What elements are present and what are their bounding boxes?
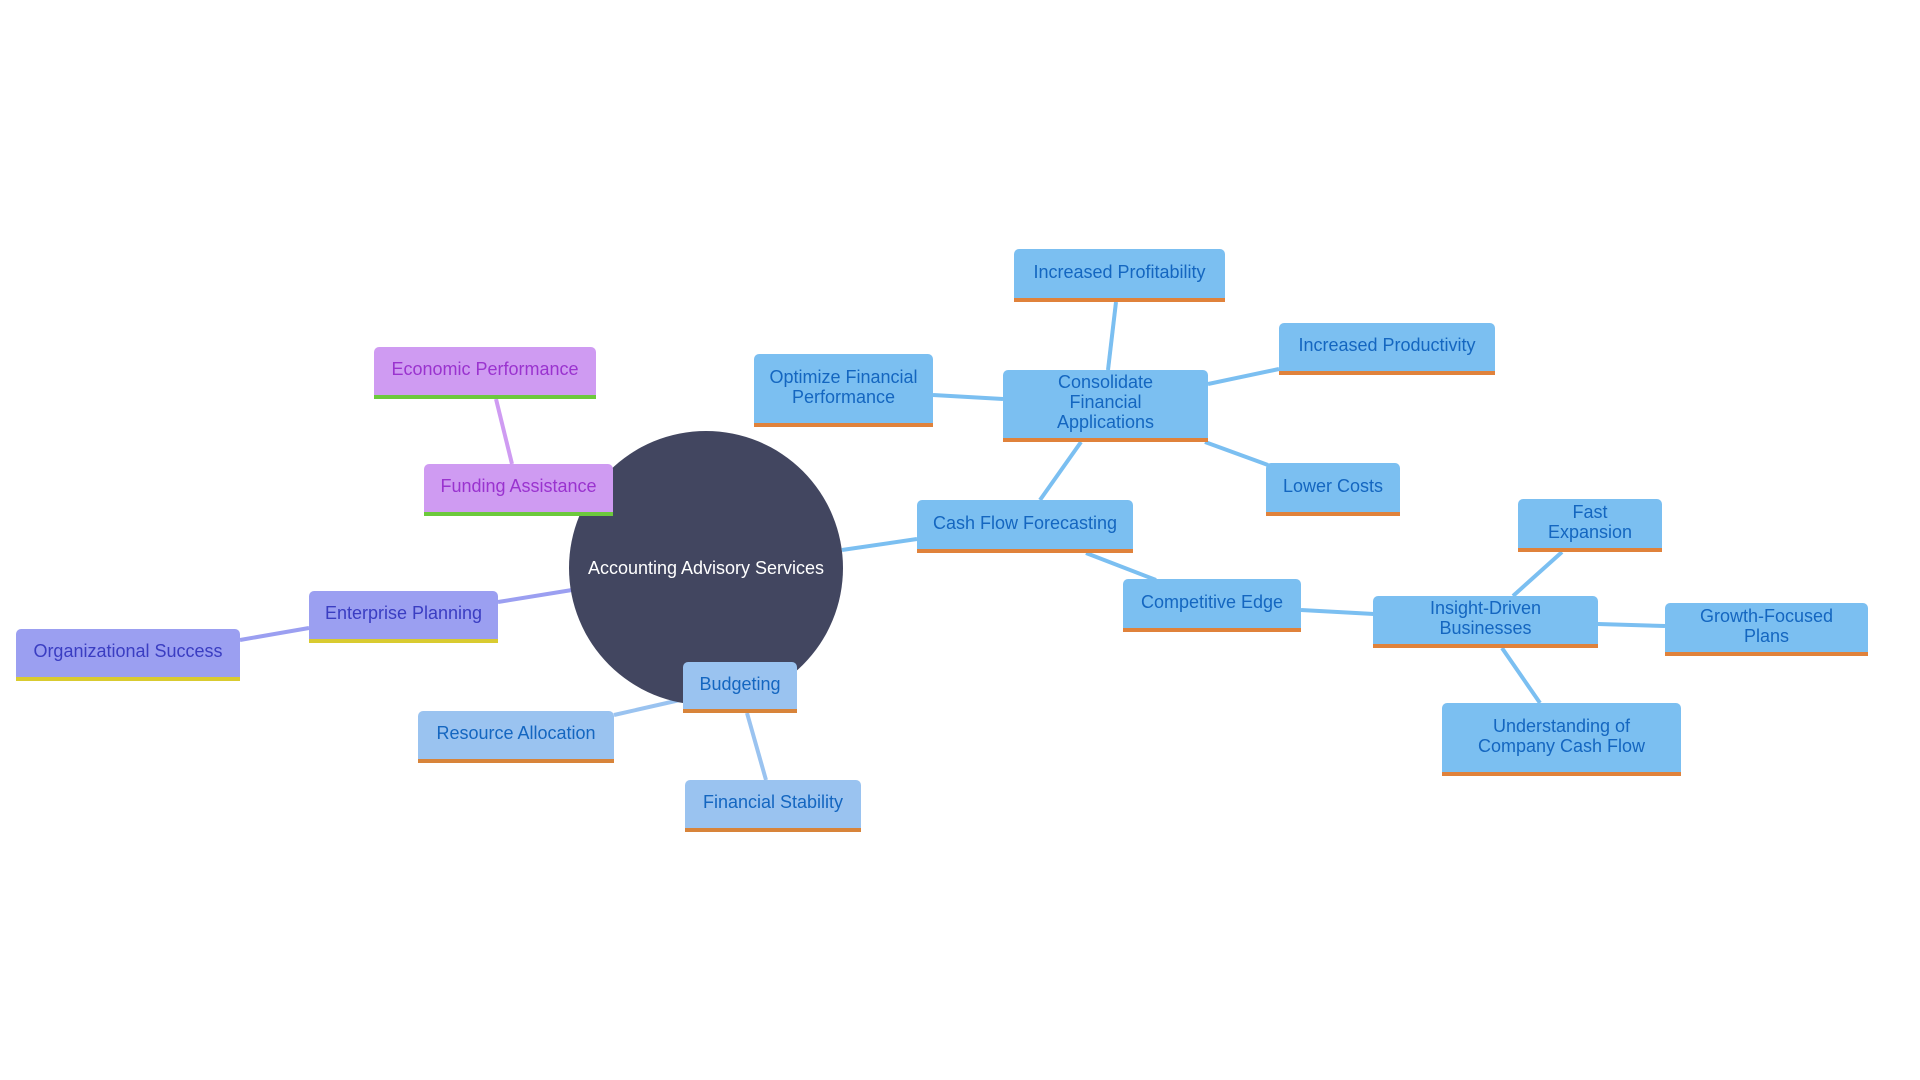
node-financial-stability[interactable]: Financial Stability — [685, 780, 861, 832]
node-lower-costs[interactable]: Lower Costs — [1266, 463, 1400, 516]
node-label: Optimize Financial Performance — [769, 366, 918, 407]
edge-cash-flow-competitive-edge — [1085, 551, 1157, 582]
edge-insight-fast-expansion — [1511, 550, 1564, 598]
node-enterprise-planning[interactable]: Enterprise Planning — [309, 591, 498, 643]
node-understanding-of-company-cash-flow[interactable]: Understanding of Company Cash Flow — [1442, 703, 1681, 776]
node-insight-driven-businesses[interactable]: Insight-Driven Businesses — [1373, 596, 1598, 648]
edge-root-enterprise-planning — [497, 588, 573, 604]
node-label: Increased Profitability — [1033, 261, 1206, 282]
node-label: Financial Stability — [702, 792, 844, 812]
node-label: Economic Performance — [391, 359, 579, 379]
node-resource-allocation[interactable]: Resource Allocation — [418, 711, 614, 763]
edge-consolidate-optimize — [932, 393, 1004, 401]
edge-insight-understanding — [1500, 646, 1542, 705]
edge-root-cash-flow-forecasting — [841, 537, 918, 552]
edge-cash-flow-consolidate — [1038, 440, 1083, 502]
node-label: Insight-Driven Businesses — [1429, 598, 1542, 638]
edge-consolidate-increased-profitability — [1106, 301, 1118, 371]
edge-consolidate-increased-productivity — [1207, 367, 1280, 386]
node-optimize-financial-performance[interactable]: Optimize Financial Performance — [754, 354, 933, 427]
node-fast-expansion[interactable]: Fast Expansion — [1518, 499, 1662, 552]
edge-budgeting-financial-stability — [745, 712, 768, 781]
node-economic-performance[interactable]: Economic Performance — [374, 347, 596, 399]
node-label: Resource Allocation — [436, 723, 596, 743]
edge-insight-growth-focused — [1597, 622, 1666, 628]
node-label: Lower Costs — [1282, 475, 1384, 496]
node-label: Consolidate Financial Applications — [1056, 372, 1155, 432]
node-label: Understanding of Company Cash Flow — [1477, 715, 1646, 756]
edge-competitive-edge-insight — [1300, 608, 1375, 616]
node-consolidate-financial-applications[interactable]: Consolidate Financial Applications — [1003, 370, 1208, 442]
edge-consolidate-lower-costs — [1204, 440, 1269, 467]
node-label: Enterprise Planning — [324, 603, 483, 623]
node-funding-assistance[interactable]: Funding Assistance — [424, 464, 613, 516]
node-competitive-edge[interactable]: Competitive Edge — [1123, 579, 1301, 632]
node-label: Increased Productivity — [1298, 335, 1476, 355]
node-label: Budgeting — [699, 673, 781, 694]
node-increased-productivity[interactable]: Increased Productivity — [1279, 323, 1495, 375]
node-label: Cash Flow Forecasting — [932, 512, 1118, 533]
node-budgeting[interactable]: Budgeting — [683, 662, 797, 713]
node-label: Organizational Success — [33, 641, 223, 661]
edge-budgeting-resource-allocation — [613, 698, 681, 717]
node-growth-focused-plans[interactable]: Growth-Focused Plans — [1665, 603, 1868, 656]
node-organizational-success[interactable]: Organizational Success — [16, 629, 240, 681]
edge-funding-assistance-economic-performance — [494, 398, 514, 465]
node-cash-flow-forecasting[interactable]: Cash Flow Forecasting — [917, 500, 1133, 553]
node-label: Competitive Edge — [1140, 591, 1284, 612]
node-label: Growth-Focused Plans — [1699, 605, 1834, 646]
node-increased-profitability[interactable]: Increased Profitability — [1014, 249, 1225, 302]
root-label: Accounting Advisory Services — [587, 557, 825, 578]
node-label: Funding Assistance — [440, 476, 597, 496]
edge-enterprise-planning-organizational-success — [239, 626, 310, 642]
node-label: Fast Expansion — [1547, 501, 1633, 542]
